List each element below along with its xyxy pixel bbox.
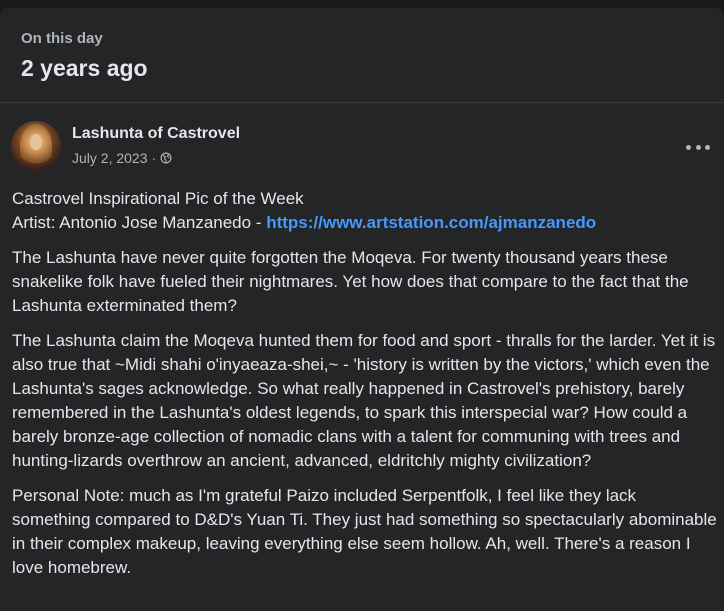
post-body: Castrovel Inspirational Pic of the Week … [12,187,718,591]
more-dot [686,144,691,150]
post-author[interactable]: Lashunta of Castrovel [72,125,240,143]
avatar[interactable] [11,121,61,171]
more-dot [695,144,701,150]
more-dot [705,144,710,150]
post-caption: Castrovel Inspirational Pic of the Week … [12,187,718,235]
memory-card: On this day 2 years ago Lashunta of Cast… [0,8,724,611]
artist-link[interactable]: https://www.artstation.com/ajmanzanedo [266,213,596,232]
memory-title: 2 years ago [21,55,148,81]
memory-header: On this day 2 years ago [0,8,724,103]
post-date[interactable]: July 2, 2023 [72,150,148,166]
artist-prefix: Artist: Antonio Jose Manzanedo - [12,213,267,232]
post-paragraph: The Lashunta claim the Moqeva hunted the… [12,331,716,470]
memory-kicker: On this day [21,30,103,47]
post-paragraph: Personal Note: much as I'm grateful Paiz… [12,486,717,577]
more-options-icon[interactable] [686,139,710,155]
post-paragraph: The Lashunta have never quite forgotten … [12,248,689,315]
meta-separator: · [151,150,157,166]
post-meta: July 2, 2023 · [72,150,172,166]
globe-icon[interactable] [160,152,172,164]
avatar-face [30,134,42,150]
caption-line: Castrovel Inspirational Pic of the Week [12,189,304,208]
